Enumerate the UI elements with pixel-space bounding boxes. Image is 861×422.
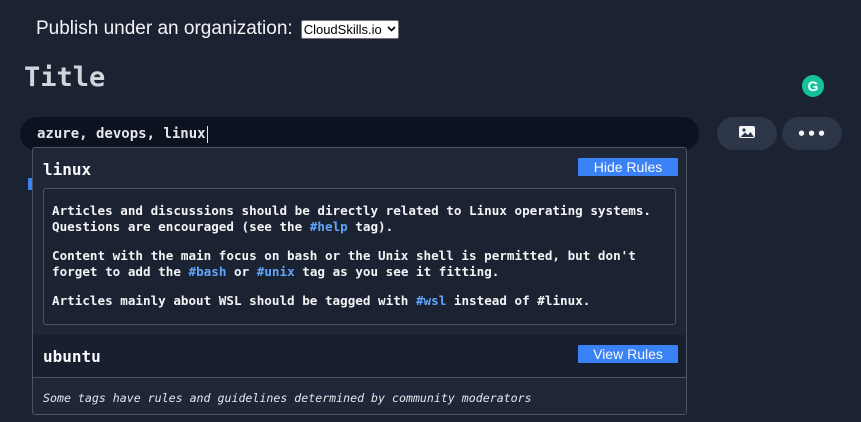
rules-text: Articles mainly about WSL should be tagg… xyxy=(52,293,416,308)
view-rules-button[interactable]: View Rules xyxy=(578,345,678,363)
tag-rules-box: Articles and discussions should be direc… xyxy=(43,188,676,325)
tag-name: linux xyxy=(43,160,92,179)
tag-suggestion-linux[interactable]: linux Hide Rules Articles and discussion… xyxy=(33,148,686,335)
tags-input[interactable]: azure, devops, linux xyxy=(20,117,699,151)
wsl-tag-link[interactable]: #wsl xyxy=(416,293,446,308)
bash-tag-link[interactable]: #bash xyxy=(188,264,226,279)
rules-paragraph-1: Articles and discussions should be direc… xyxy=(52,203,665,234)
publish-organization-row: Publish under an organization: CloudSkil… xyxy=(36,18,399,40)
tags-input-value: azure, devops, linux xyxy=(37,126,206,142)
rules-text: or xyxy=(226,263,257,279)
upload-image-button[interactable] xyxy=(717,117,777,150)
organization-select-value: CloudSkills.io xyxy=(303,21,382,37)
tag-name: ubuntu xyxy=(43,347,101,366)
rules-text: tag). xyxy=(347,218,394,234)
image-icon xyxy=(738,124,756,144)
organization-select[interactable]: CloudSkills.io xyxy=(300,19,399,39)
rules-text: instead of #linux. xyxy=(446,293,591,308)
help-tag-link[interactable]: #help xyxy=(310,219,348,234)
post-title-field[interactable]: Title xyxy=(24,62,105,93)
unix-tag-link[interactable]: #unix xyxy=(257,264,295,279)
rules-paragraph-3: Articles mainly about WSL should be tagg… xyxy=(52,293,665,309)
rules-text: tag as you see it fitting. xyxy=(294,263,500,279)
rules-paragraph-2: Content with the main focus on bash or t… xyxy=(52,248,665,279)
tag-rules-footer-note: Some tags have rules and guidelines dete… xyxy=(43,391,532,405)
publish-label: Publish under an organization: xyxy=(36,18,293,39)
tag-suggestions-dropdown: linux Hide Rules Articles and discussion… xyxy=(32,147,687,415)
more-options-button[interactable]: ••• xyxy=(782,117,842,150)
grammarly-icon[interactable]: G xyxy=(802,75,824,97)
chevron-down-icon xyxy=(387,24,396,34)
tag-suggestion-ubuntu[interactable]: ubuntu View Rules xyxy=(33,335,686,378)
text-caret xyxy=(206,125,208,143)
hide-rules-button[interactable]: Hide Rules xyxy=(578,158,678,176)
more-options-icon: ••• xyxy=(796,124,828,143)
